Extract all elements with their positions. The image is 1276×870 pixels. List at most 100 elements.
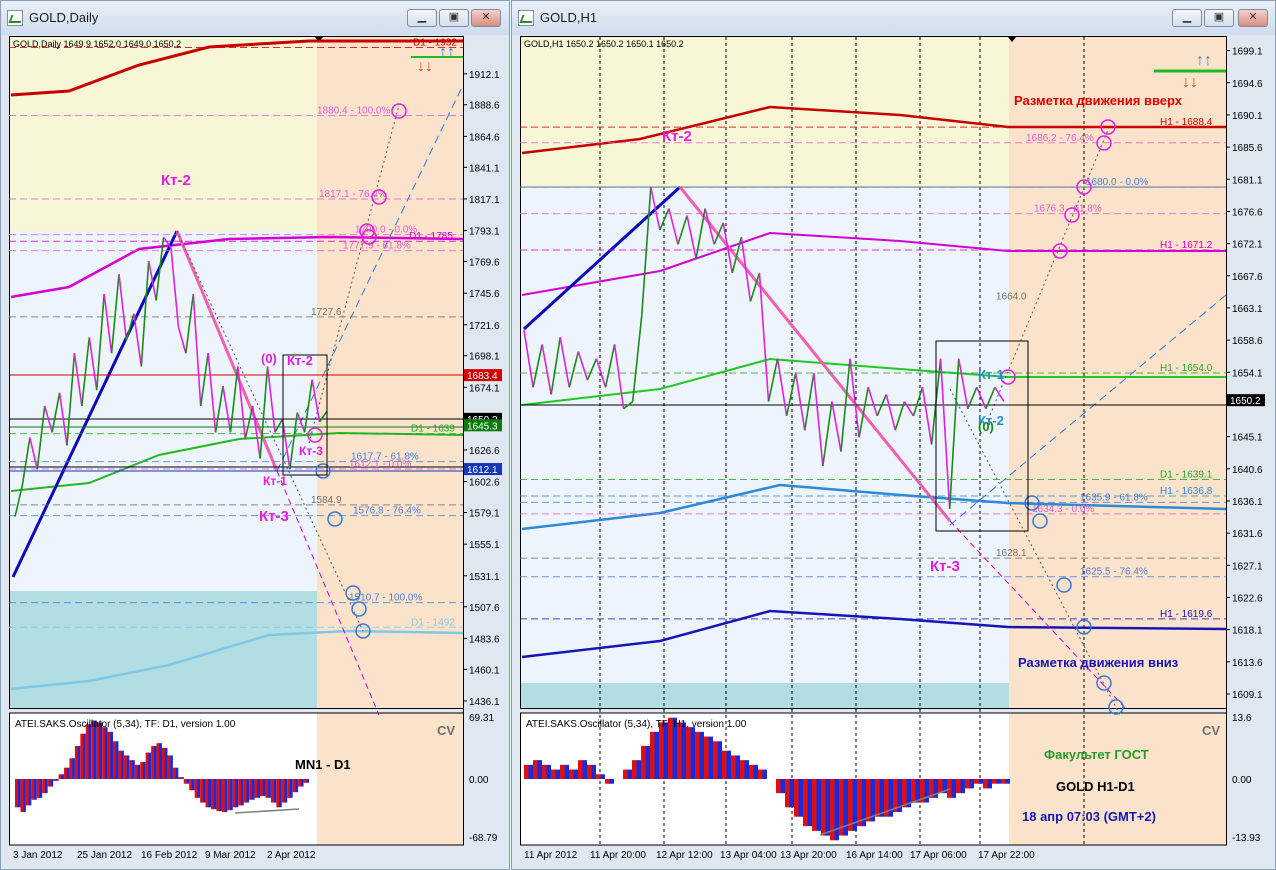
minimize-button[interactable]: ▁ bbox=[1172, 9, 1202, 27]
oscillator-bar bbox=[235, 779, 239, 808]
price-tag-label: 1645.3 bbox=[467, 421, 498, 432]
oscillator-bar bbox=[704, 736, 709, 779]
oscillator-bar bbox=[178, 777, 182, 779]
close-button[interactable]: ✕ bbox=[471, 9, 501, 27]
oscillator-title: ATEI.SAKS.Oscillator (5,34), TF: D1, ver… bbox=[15, 719, 236, 730]
oscillator-bar bbox=[205, 779, 209, 808]
oscillator-bar bbox=[996, 779, 1001, 784]
chart-window-h1[interactable]: GOLD,H1 ▁ ▣ ✕ H1 - 1688.4 1686.2 - 76.4% 1… bbox=[511, 0, 1276, 870]
close-button[interactable]: ✕ bbox=[1238, 9, 1268, 27]
maximize-button[interactable]: ▣ bbox=[1204, 9, 1234, 27]
zero-mark-label: (0) bbox=[261, 351, 277, 366]
oscillator-bar bbox=[132, 760, 135, 779]
price-tick-label: 1817.1 bbox=[469, 195, 500, 206]
oscillator-bar bbox=[270, 779, 274, 803]
oscillator-bar bbox=[596, 774, 601, 779]
oscillator-bar bbox=[785, 779, 790, 808]
price-tick-label: 1636.1 bbox=[1232, 497, 1263, 508]
oscillator-bar bbox=[31, 779, 35, 800]
oscillator-bar bbox=[246, 779, 250, 803]
oscillator-bar bbox=[164, 747, 168, 779]
oscillator-bar bbox=[102, 727, 106, 779]
oscillator-bar bbox=[650, 731, 655, 779]
price-tick-label: 1745.6 bbox=[469, 289, 500, 300]
maximize-button[interactable]: ▣ bbox=[439, 9, 469, 27]
oscillator-bar bbox=[232, 779, 236, 808]
oscillator-bar bbox=[537, 760, 542, 779]
price-tick-label: 1694.6 bbox=[1232, 79, 1263, 90]
level-label: D1 - 1785 bbox=[409, 231, 453, 242]
kt2-small-label: Кт-2 bbox=[287, 353, 313, 368]
oscillator-bar bbox=[121, 750, 124, 779]
oscillator-bar bbox=[546, 764, 551, 779]
oscillator-bar bbox=[978, 779, 983, 784]
oscillator-bar bbox=[249, 779, 253, 800]
oscillator-bar bbox=[99, 722, 103, 779]
level-label: 1680.0 - 0.0% bbox=[1086, 177, 1148, 188]
window-titlebar[interactable]: GOLD,Daily ▁ ▣ ✕ bbox=[1, 1, 509, 35]
price-tick-label: 1436.1 bbox=[469, 697, 500, 708]
oscillator-bar bbox=[551, 769, 556, 779]
price-tick-label: 1602.6 bbox=[469, 478, 500, 489]
price-tick-label: 1698.1 bbox=[469, 352, 500, 363]
symbol-timeframe-label: GOLD H1-D1 bbox=[1056, 779, 1135, 794]
price-tick-label: 1645.1 bbox=[1232, 433, 1263, 444]
oscillator-bar bbox=[524, 764, 529, 779]
oscillator-bar bbox=[717, 741, 722, 779]
oscillator-bar bbox=[911, 779, 916, 803]
down-movement-title: Разметка движения вниз bbox=[1018, 655, 1179, 670]
kt2-label: Кт-2 bbox=[662, 128, 692, 145]
chart-window-daily[interactable]: GOLD,Daily ▁ ▣ ✕ D1 - 1932 1880.4 - 100.0… bbox=[0, 0, 510, 870]
oscillator-bar bbox=[641, 746, 646, 779]
oscillator-bar bbox=[789, 779, 794, 808]
oscillator-bar bbox=[61, 774, 64, 779]
oscillator-bar bbox=[279, 779, 282, 808]
oscillator-bar bbox=[104, 727, 108, 779]
kt3-small-label: Кт-3 bbox=[299, 444, 323, 458]
oscillator-bar bbox=[156, 743, 160, 779]
oscillator-bar bbox=[292, 779, 296, 793]
oscillator-bar bbox=[200, 779, 204, 803]
oscillator-scale-label: -13.93 bbox=[1232, 833, 1261, 844]
faculty-label: Факультет ГОСТ bbox=[1044, 747, 1149, 762]
chart-area-daily[interactable]: D1 - 1932 1880.4 - 100.0% 1817.1 - 76.4% 17… bbox=[9, 35, 505, 866]
time-axis-label: 16 Feb 2012 bbox=[141, 850, 198, 861]
kt1-label: Кт-1 bbox=[263, 474, 287, 488]
oscillator-scale-label: 0.00 bbox=[1232, 775, 1252, 786]
price-tick-label: 1667.6 bbox=[1232, 272, 1263, 283]
oscillator-bar bbox=[807, 779, 812, 827]
minimize-button[interactable]: ▁ bbox=[407, 9, 437, 27]
oscillator-bar bbox=[273, 779, 277, 803]
oscillator-bar bbox=[803, 779, 808, 827]
oscillator-bar bbox=[69, 758, 73, 779]
oscillator-bar bbox=[240, 779, 244, 806]
oscillator-bar bbox=[194, 779, 198, 798]
oscillator-bar bbox=[23, 779, 26, 812]
oscillator-bar bbox=[36, 779, 40, 798]
kt3-label: Кт-3 bbox=[259, 508, 289, 525]
level-label: 1628.1 bbox=[996, 548, 1027, 559]
oscillator-bar bbox=[289, 779, 293, 798]
time-axis-label: 13 Apr 20:00 bbox=[780, 850, 837, 861]
oscillator-bar bbox=[260, 779, 263, 796]
oscillator-bar bbox=[987, 779, 992, 789]
level-label: D1 - 1639 bbox=[411, 424, 455, 435]
up-arrow-icon: ↑↑ bbox=[439, 44, 455, 61]
oscillator-bar bbox=[879, 779, 884, 817]
oscillator-bar bbox=[303, 779, 307, 783]
oscillator-bar bbox=[857, 779, 862, 827]
price-tick-label: 1626.6 bbox=[469, 446, 500, 457]
daily-chart-svg[interactable]: D1 - 19321880.4 - 100.0%1817.1 - 76.4%17… bbox=[9, 35, 505, 861]
chart-area-h1[interactable]: H1 - 1688.4 1686.2 - 76.4% 1680.0 - 0.0% 16… bbox=[520, 35, 1272, 866]
oscillator-bar bbox=[632, 760, 637, 779]
cv-label: CV bbox=[1202, 723, 1220, 738]
level-label: 1686.2 - 76.4% bbox=[1026, 133, 1094, 144]
oscillator-bar bbox=[224, 779, 228, 812]
window-titlebar[interactable]: GOLD,H1 ▁ ▣ ✕ bbox=[512, 1, 1275, 35]
oscillator-bar bbox=[265, 779, 269, 798]
h1-chart-svg[interactable]: H1 - 1688.4 1686.2 - 76.4% 1680.0 - 0.0% 16… bbox=[520, 35, 1272, 861]
oscillator-bar bbox=[140, 762, 144, 779]
oscillator-bar bbox=[66, 767, 70, 779]
oscillator-bar bbox=[654, 731, 659, 779]
oscillator-bar bbox=[825, 779, 830, 836]
